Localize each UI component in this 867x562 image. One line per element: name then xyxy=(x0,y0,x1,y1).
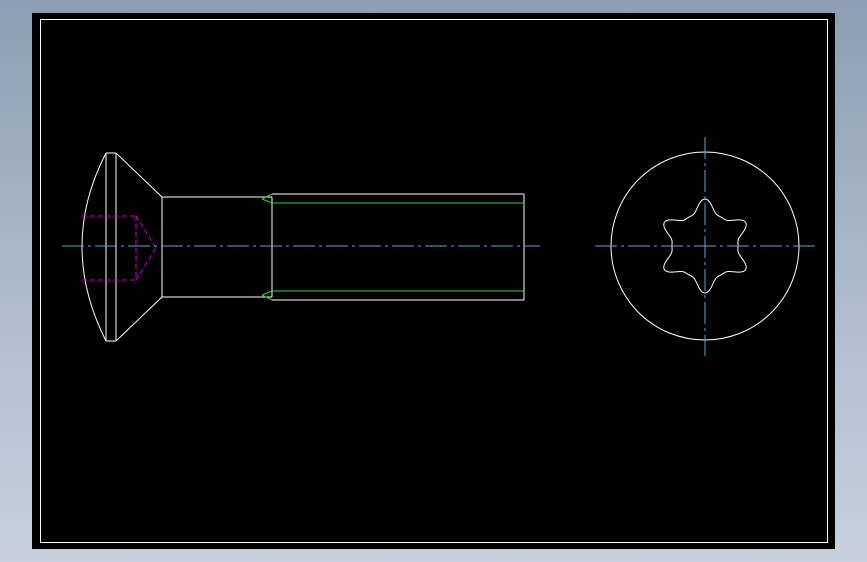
hidden-recess xyxy=(82,215,157,281)
threaded-section xyxy=(261,193,525,301)
drawing-frame xyxy=(40,19,828,543)
technical-drawing xyxy=(40,19,828,543)
side-view xyxy=(62,152,540,342)
end-view xyxy=(595,137,815,356)
screw-shank xyxy=(161,196,273,298)
thread-lines xyxy=(261,193,524,301)
cad-viewport[interactable] xyxy=(32,13,835,549)
screw-head xyxy=(81,152,163,342)
